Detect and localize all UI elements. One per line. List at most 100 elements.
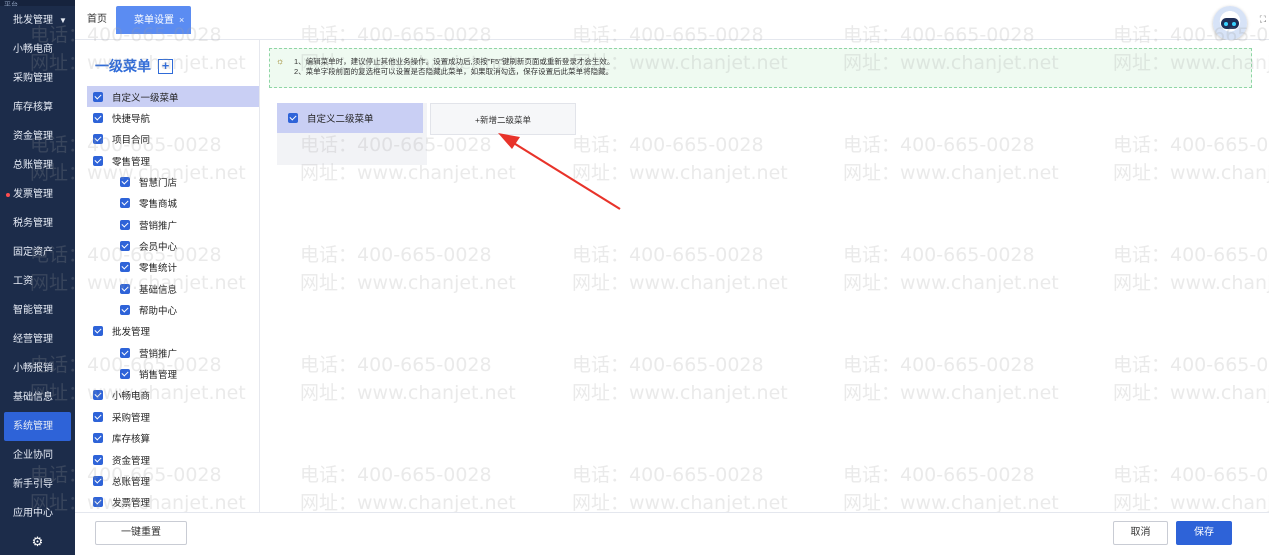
tree-row[interactable]: 发票管理 xyxy=(87,492,259,512)
checkbox-checked[interactable] xyxy=(93,155,103,166)
checkbox-checked[interactable] xyxy=(93,390,103,401)
nav-item-label: 采购管理 xyxy=(13,73,53,84)
tree-row-label: 营销推广 xyxy=(139,348,178,360)
add-first-level-menu-button[interactable]: + xyxy=(158,58,173,74)
tree-row[interactable]: 资金管理 xyxy=(87,449,259,470)
fullscreen-icon[interactable]: ⛶ xyxy=(1260,14,1266,25)
nav-item[interactable]: 新手引导 xyxy=(0,470,75,499)
tree-row[interactable]: 采购管理 xyxy=(87,406,259,427)
checkbox-checked[interactable] xyxy=(120,262,130,273)
nav-item[interactable]: 应用中心 xyxy=(0,499,75,528)
checkbox-checked[interactable] xyxy=(93,475,103,486)
tree-row[interactable]: 基础信息 xyxy=(87,278,259,299)
tree-row[interactable]: 零售商城 xyxy=(87,193,259,214)
tree-row-label: 批发管理 xyxy=(112,327,151,339)
checkbox-checked[interactable] xyxy=(93,91,103,102)
tree-row[interactable]: 零售管理 xyxy=(87,150,259,171)
checkbox-checked[interactable] xyxy=(288,113,298,123)
checkbox-checked[interactable] xyxy=(120,283,130,294)
cancel-button[interactable]: 取消 xyxy=(1113,521,1168,545)
checkbox-checked[interactable] xyxy=(120,305,130,316)
checkbox-checked[interactable] xyxy=(93,497,103,508)
tree-row[interactable]: 小畅电商 xyxy=(87,385,259,406)
nav-item-label: 经营管理 xyxy=(13,334,53,345)
tree-row[interactable]: 项目合同 xyxy=(87,129,259,150)
nav-item[interactable]: 经营管理 xyxy=(0,325,75,354)
menu-tree: 自定义一级菜单 快捷导航 项目合同 零售管理 智慧门店 零售商城 营销推广 会员中心 零售统计基… xyxy=(87,86,259,512)
tree-row-label: 快捷导航 xyxy=(112,114,151,126)
tab-menu-settings-label: 菜单设置 xyxy=(134,15,174,26)
robot-eye-right xyxy=(1232,22,1236,26)
checkbox-checked[interactable] xyxy=(120,347,130,358)
nav-item[interactable]: 小畅报销 xyxy=(0,354,75,383)
add-second-level-menu-button[interactable]: +新增二级菜单 xyxy=(430,103,576,135)
nav-item[interactable]: 系统管理 xyxy=(4,412,71,441)
settings-gear-icon[interactable]: ⚙ xyxy=(0,529,75,555)
tab-home[interactable]: 首页 xyxy=(87,6,107,34)
checkbox-checked[interactable] xyxy=(93,113,103,124)
nav-item-label: 发票管理 xyxy=(13,189,53,200)
nav-item[interactable]: 小畅电商 xyxy=(0,35,75,64)
nav-item[interactable]: 固定资产 xyxy=(0,238,75,267)
nav-item[interactable]: 基础信息 xyxy=(0,383,75,412)
tree-row[interactable]: 智慧门店 xyxy=(87,171,259,192)
nav-item-label: 资金管理 xyxy=(13,131,53,142)
nav-list: 批发管理 ▼ 小畅电商采购管理库存核算资金管理总账管理发票管理税务管理 固定资产工资智… xyxy=(0,6,75,528)
notice-line-2: 2、菜单字段前面的复选框可以设置是否隐藏此菜单，如果取消勾选，保存设置后此菜单将… xyxy=(294,67,614,76)
nav-item[interactable]: 企业协同 xyxy=(0,441,75,470)
nav-item-label: 批发管理 xyxy=(13,15,53,26)
reset-button[interactable]: 一键重置 xyxy=(95,521,187,545)
checkbox-checked[interactable] xyxy=(120,198,130,209)
tree-row[interactable]: 会员中心 xyxy=(87,235,259,256)
tree-row-label: 营销推广 xyxy=(139,220,178,232)
nav-item-label: 系统管理 xyxy=(13,421,53,432)
nav-item[interactable]: 发票管理 xyxy=(0,180,75,209)
notification-dot xyxy=(6,193,10,197)
checkbox-checked[interactable] xyxy=(120,219,130,230)
checkbox-checked[interactable] xyxy=(93,326,103,337)
tree-row-label: 小畅电商 xyxy=(112,391,151,403)
nav-item[interactable]: 总账管理 xyxy=(0,151,75,180)
tree-row[interactable]: 营销推广 xyxy=(87,342,259,363)
tree-row[interactable]: 快捷导航 xyxy=(87,107,259,128)
checkbox-checked[interactable] xyxy=(93,134,103,145)
checkbox-checked[interactable] xyxy=(93,411,103,422)
nav-item[interactable]: 工资 xyxy=(0,267,75,296)
nav-item[interactable]: 税务管理 xyxy=(0,209,75,238)
nav-item[interactable]: 批发管理 ▼ xyxy=(0,6,75,35)
nav-item[interactable]: 库存核算 xyxy=(0,93,75,122)
tree-row[interactable]: 帮助中心 xyxy=(87,299,259,320)
tree-row[interactable]: 零售统计 xyxy=(87,257,259,278)
checkbox-checked[interactable] xyxy=(120,369,130,380)
tree-row[interactable]: 自定义一级菜单 xyxy=(87,86,259,108)
second-level-menu-label: 自定义二级菜单 xyxy=(307,114,374,125)
caret-down-icon[interactable]: ▼ xyxy=(59,6,67,35)
save-button[interactable]: 保存 xyxy=(1176,521,1232,545)
tree-row[interactable]: 库存核算 xyxy=(87,428,259,449)
nav-item[interactable]: 采购管理 xyxy=(0,64,75,93)
nav-item-label: 应用中心 xyxy=(13,508,53,519)
notice-box: ☼ 1、编辑菜单时，建议停止其他业务操作。设置成功后,须按"F5"键刷新页面或重… xyxy=(269,48,1252,88)
nav-item[interactable]: 智能管理 xyxy=(0,296,75,325)
nav-item-label: 工资 xyxy=(13,276,33,287)
robot-face xyxy=(1221,18,1239,29)
nav-item[interactable]: 资金管理 xyxy=(0,122,75,151)
checkbox-checked[interactable] xyxy=(120,241,130,252)
tree-row-label: 帮助中心 xyxy=(139,306,178,318)
nav-item-label: 智能管理 xyxy=(13,305,53,316)
first-level-menu-panel: 一级菜单 + 自定义一级菜单 快捷导航 项目合同 零售管理 智慧门店 零售商城 营销推广 会员… xyxy=(75,40,260,512)
bottom-bar: 一键重置 取消 保存 xyxy=(75,512,1269,555)
nav-item-label: 小畅报销 xyxy=(13,363,53,374)
checkbox-checked[interactable] xyxy=(93,454,103,465)
tree-row[interactable]: 总账管理 xyxy=(87,470,259,491)
checkbox-checked[interactable] xyxy=(120,177,130,188)
tab-close-icon[interactable]: × xyxy=(179,15,184,25)
assistant-robot-icon[interactable] xyxy=(1213,6,1247,40)
checkbox-checked[interactable] xyxy=(93,433,103,444)
tree-row[interactable]: 营销推广 xyxy=(87,214,259,235)
tree-row[interactable]: 批发管理 xyxy=(87,321,259,342)
tab-menu-settings[interactable]: 菜单设置 × xyxy=(116,6,191,34)
tree-row-label: 采购管理 xyxy=(112,412,151,424)
second-level-menu-item[interactable]: 自定义二级菜单 xyxy=(277,103,423,133)
tree-row[interactable]: 销售管理 xyxy=(87,363,259,384)
